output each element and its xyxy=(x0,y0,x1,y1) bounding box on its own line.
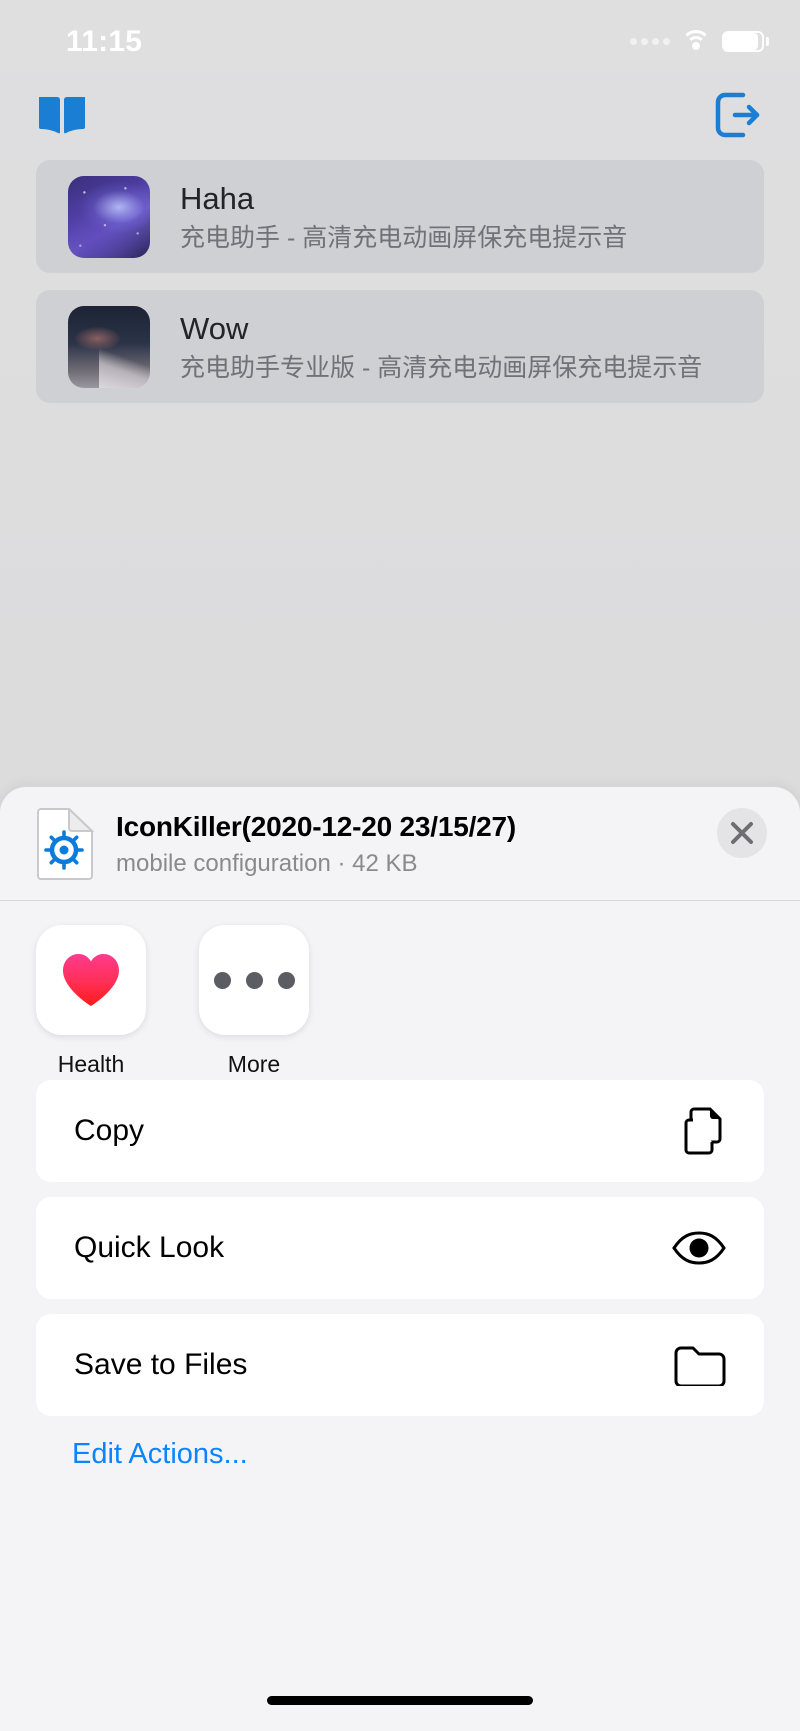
export-button[interactable] xyxy=(706,86,770,144)
share-app-row: Health More xyxy=(36,925,309,1078)
share-sheet: IconKiller(2020-12-20 23/15/27) mobile c… xyxy=(0,787,800,1731)
action-label: Quick Look xyxy=(74,1231,225,1264)
open-book-icon xyxy=(39,97,85,134)
share-file-name: IconKiller(2020-12-20 23/15/27) xyxy=(116,810,517,842)
app-toolbar xyxy=(0,86,800,148)
list-item-thumbnail xyxy=(68,305,150,388)
status-bar-time: 11:15 xyxy=(66,25,143,58)
share-app-health[interactable]: Health xyxy=(36,925,146,1078)
app-tile xyxy=(199,925,309,1035)
action-label: Copy xyxy=(74,1114,145,1147)
list-item-text: Wow 充电助手专业版 - 高清充电动画屏保充电提示音 xyxy=(180,310,702,383)
list-item[interactable]: Wow 充电助手专业版 - 高清充电动画屏保充电提示音 xyxy=(36,290,764,403)
share-file-header: IconKiller(2020-12-20 23/15/27) mobile c… xyxy=(0,787,800,901)
export-share-icon xyxy=(715,92,760,138)
edit-actions-link[interactable]: Edit Actions... xyxy=(72,1438,764,1471)
list-item-thumbnail xyxy=(68,175,150,258)
home-indicator xyxy=(267,1696,533,1705)
header-divider xyxy=(0,900,800,901)
list-item[interactable]: Haha 充电助手 - 高清充电动画屏保充电提示音 xyxy=(36,160,764,273)
share-file-meta: IconKiller(2020-12-20 23/15/27) mobile c… xyxy=(116,809,516,879)
eye-icon xyxy=(672,1231,726,1265)
folder-icon xyxy=(674,1346,726,1386)
list-item-subtitle: 充电助手 - 高清充电动画屏保充电提示音 xyxy=(180,224,628,253)
close-button[interactable] xyxy=(717,808,767,858)
app-label: More xyxy=(227,1051,281,1077)
share-app-more[interactable]: More xyxy=(199,925,309,1078)
list-item-text: Haha 充电助手 - 高清充电动画屏保充电提示音 xyxy=(180,180,627,253)
share-file-subtitle: mobile configuration · 42 KB xyxy=(116,849,418,877)
wifi-icon xyxy=(681,30,711,52)
heart-icon xyxy=(63,954,119,1006)
media-list: Haha 充电助手 - 高清充电动画屏保充电提示音 Wow 充电助手专业版 - … xyxy=(36,160,764,420)
mobileconfig-document-icon xyxy=(36,806,95,880)
app-tile xyxy=(36,925,146,1035)
close-x-icon xyxy=(731,822,753,844)
signal-dots-icon xyxy=(630,37,670,45)
status-bar: 11:15 xyxy=(0,0,800,78)
list-item-title: Wow xyxy=(180,310,249,346)
action-row-quick-look[interactable]: Quick Look xyxy=(36,1197,764,1299)
list-item-subtitle: 充电助手专业版 - 高清充电动画屏保充电提示音 xyxy=(180,354,703,383)
copy-documents-icon xyxy=(684,1107,722,1155)
app-label: Health xyxy=(57,1051,125,1077)
action-row-copy[interactable]: Copy xyxy=(36,1080,764,1182)
status-bar-indicators xyxy=(630,26,769,56)
action-row-save-to-files[interactable]: Save to Files xyxy=(36,1314,764,1416)
battery-full-icon xyxy=(722,30,769,52)
library-button[interactable] xyxy=(30,86,94,144)
list-item-title: Haha xyxy=(180,180,255,216)
share-action-list: Copy Quick Look Save to Files Edit Actio… xyxy=(36,1080,764,1471)
action-label: Save to Files xyxy=(74,1348,248,1381)
phone-screen: 11:15 Haha 充电助手 - 高清充电动画屏保充电提示音 Wow 充电助手… xyxy=(0,0,800,1731)
ellipsis-icon xyxy=(213,971,295,989)
